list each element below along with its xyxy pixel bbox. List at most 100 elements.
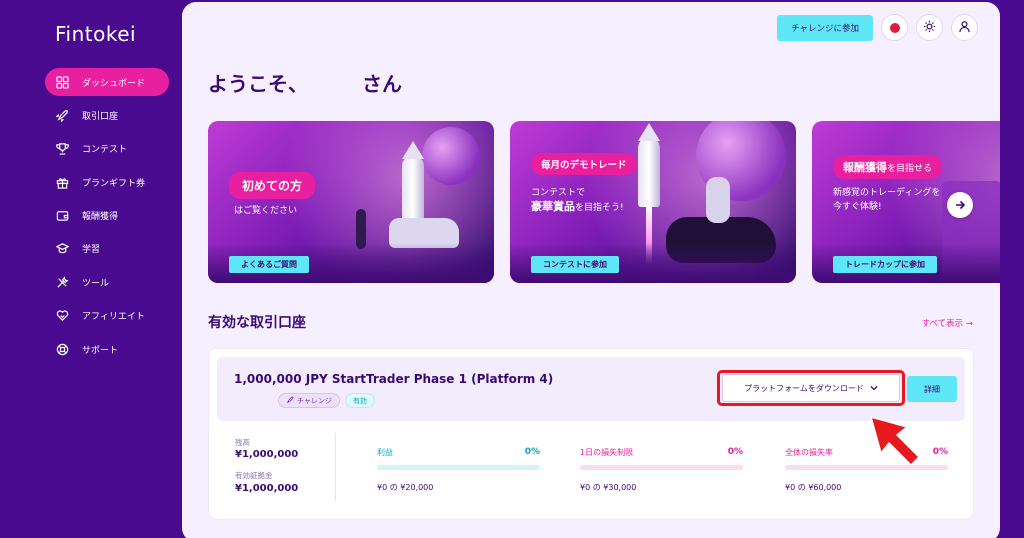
sidebar-nav: ダッシュボード 取引口座 コンテスト プランギフト券 報酬獲得 学習 ツール ア…: [45, 68, 169, 369]
wallet-icon: [55, 209, 69, 223]
metric-total-loss: 全体の損失率 0% ¥0 の ¥60,000: [785, 447, 948, 493]
dashboard-icon: [55, 75, 69, 89]
metric-label: 利益: [377, 448, 393, 457]
sidebar-item-label: ツール: [82, 278, 110, 289]
balance-value: ¥1,000,000: [235, 449, 299, 460]
metric-range: ¥0 の ¥60,000: [785, 483, 842, 492]
section-title: 有効な取引口座: [208, 315, 306, 331]
rider-illustration: [706, 177, 730, 223]
metric-percent: 0%: [932, 447, 948, 457]
banner-rewards[interactable]: 報酬獲得を目指せる 新感覚のトレーディングを 今すぐ体験! トレードカップに参加: [812, 121, 1000, 283]
page-title: ようこそ、 さん: [208, 68, 402, 97]
sidebar-item-rewards[interactable]: 報酬獲得: [45, 202, 169, 230]
banner-subtitle-bold: 豪華賞品: [531, 200, 575, 213]
graduation-cap-icon: [55, 242, 69, 256]
metric-header: 全体の損失率 0%: [785, 447, 948, 458]
margin-value: ¥1,000,000: [235, 483, 299, 494]
progress-bar: [580, 465, 743, 470]
banner-pill: 初めての方: [229, 172, 316, 199]
margin-label: 有効証拠金: [235, 471, 273, 480]
account-card: 1,000,000 JPY StartTrader Phase 1 (Platf…: [208, 348, 974, 520]
join-contest-button[interactable]: コンテストに参加: [531, 256, 619, 273]
arrow-right-icon: [954, 196, 966, 215]
theme-toggle-button[interactable]: [916, 14, 943, 41]
join-trade-cup-button[interactable]: トレードカップに参加: [833, 256, 937, 273]
see-all-link[interactable]: すべて表示 →: [922, 317, 973, 329]
user-icon: [958, 18, 971, 37]
user-menu-button[interactable]: [951, 14, 978, 41]
account-tags: チャレンジ 有効: [278, 393, 375, 408]
rocket-illustration: [638, 137, 660, 207]
detail-button[interactable]: 詳細: [907, 376, 957, 402]
account-name: 1,000,000 JPY StartTrader Phase 1 (Platf…: [234, 372, 554, 386]
sidebar-item-label: 取引口座: [82, 111, 119, 122]
lifebuoy-icon: [55, 342, 69, 356]
progress-bar: [785, 465, 948, 470]
sidebar-item-label: コンテスト: [82, 145, 128, 156]
download-platform-label: プラットフォームをダウンロード: [744, 383, 864, 393]
rocket-icon: [55, 108, 69, 122]
tag-active: 有効: [344, 393, 375, 408]
sidebar-item-dashboard[interactable]: ダッシュボード: [45, 68, 169, 96]
metric-range: ¥0 の ¥20,000: [377, 483, 434, 492]
banner-contest[interactable]: 毎月のデモトレード コンテストで 豪華賞品を目指そう! コンテストに参加: [510, 121, 796, 283]
banner-pill: 毎月のデモトレード: [531, 153, 637, 175]
banner-faq[interactable]: 初めての方 はご覧ください よくあるご質問: [208, 121, 494, 283]
faq-button[interactable]: よくあるご質問: [229, 256, 309, 273]
join-challenge-button[interactable]: チャレンジに参加: [777, 14, 873, 41]
welcome-greeting: ようこそ、: [208, 72, 308, 96]
sun-icon: [923, 18, 936, 37]
progress-bar: [377, 465, 540, 470]
banner-subtitle: 新感覚のトレーディングを 今すぐ体験!: [833, 186, 940, 214]
sidebar: Fintokei ダッシュボード 取引口座 コンテスト プランギフト券 報酬獲得…: [0, 0, 182, 538]
rocket-icon: [286, 396, 294, 406]
banner-subtitle: コンテストで 豪華賞品を目指そう!: [531, 186, 624, 215]
sidebar-item-contest[interactable]: コンテスト: [45, 135, 169, 163]
carousel-next-button[interactable]: [947, 192, 973, 218]
sidebar-item-accounts[interactable]: 取引口座: [45, 101, 169, 129]
download-platform-button[interactable]: プラットフォームをダウンロード: [722, 374, 900, 402]
metric-range: ¥0 の ¥30,000: [580, 483, 637, 492]
banner-subtitle-line2: 今すぐ体験!: [833, 202, 882, 212]
metric-label: 全体の損失率: [785, 448, 833, 457]
metric-header: 利益 0%: [377, 447, 540, 458]
sidebar-item-label: アフィリエイト: [82, 312, 145, 323]
metric-percent: 0%: [727, 447, 743, 457]
sidebar-item-support[interactable]: サポート: [45, 335, 169, 363]
chevron-down-icon: [870, 384, 878, 393]
sidebar-item-learning[interactable]: 学習: [45, 235, 169, 263]
metric-profit: 利益 0% ¥0 の ¥20,000: [377, 447, 540, 493]
metric-label: 1日の損失制限: [580, 448, 634, 457]
logo[interactable]: Fintokei: [55, 22, 136, 46]
banner-pill: 報酬獲得を目指せる: [833, 155, 943, 179]
banner-pill-bold: 報酬獲得: [843, 161, 887, 174]
handshake-heart-icon: [55, 309, 69, 323]
banner-pill-rest: を目指せる: [887, 164, 933, 174]
sidebar-item-label: 報酬獲得: [82, 212, 119, 223]
language-button[interactable]: [881, 14, 908, 41]
tools-icon: [55, 275, 69, 289]
japan-flag-icon: [889, 22, 900, 33]
header-actions: チャレンジに参加: [777, 14, 978, 41]
trophy-icon: [55, 142, 69, 156]
planet-illustration: [422, 127, 480, 185]
account-card-header: 1,000,000 JPY StartTrader Phase 1 (Platf…: [217, 357, 965, 421]
sidebar-item-label: プランギフト券: [82, 178, 146, 189]
banner-clip: 報酬獲得を目指せる 新感覚のトレーディングを 今すぐ体験! トレードカップに参加: [812, 121, 1000, 283]
balance-label: 残高: [235, 438, 250, 447]
banner-subtitle: はご覧ください: [234, 206, 298, 216]
banner-subtitle-line1: コンテストで: [531, 188, 586, 198]
welcome-suffix: さん: [362, 72, 402, 96]
main-panel: チャレンジに参加 ようこそ、 さん 初めての方 はご覧ください よくあるご質問: [182, 2, 1000, 538]
metric-percent: 0%: [524, 447, 540, 457]
sidebar-item-affiliate[interactable]: アフィリエイト: [45, 302, 169, 330]
sidebar-item-gift[interactable]: プランギフト券: [45, 168, 169, 196]
metric-header: 1日の損失制限 0%: [580, 447, 743, 458]
banner-subtitle-line1: 新感覚のトレーディングを: [833, 188, 941, 198]
sidebar-item-label: サポート: [82, 345, 119, 356]
tag-label: チャレンジ: [297, 396, 332, 405]
tag-challenge: チャレンジ: [278, 393, 340, 408]
sidebar-item-label: ダッシュボード: [82, 78, 146, 89]
sidebar-item-tools[interactable]: ツール: [45, 268, 169, 296]
banner-subtitle-rest: を目指そう!: [575, 203, 624, 213]
